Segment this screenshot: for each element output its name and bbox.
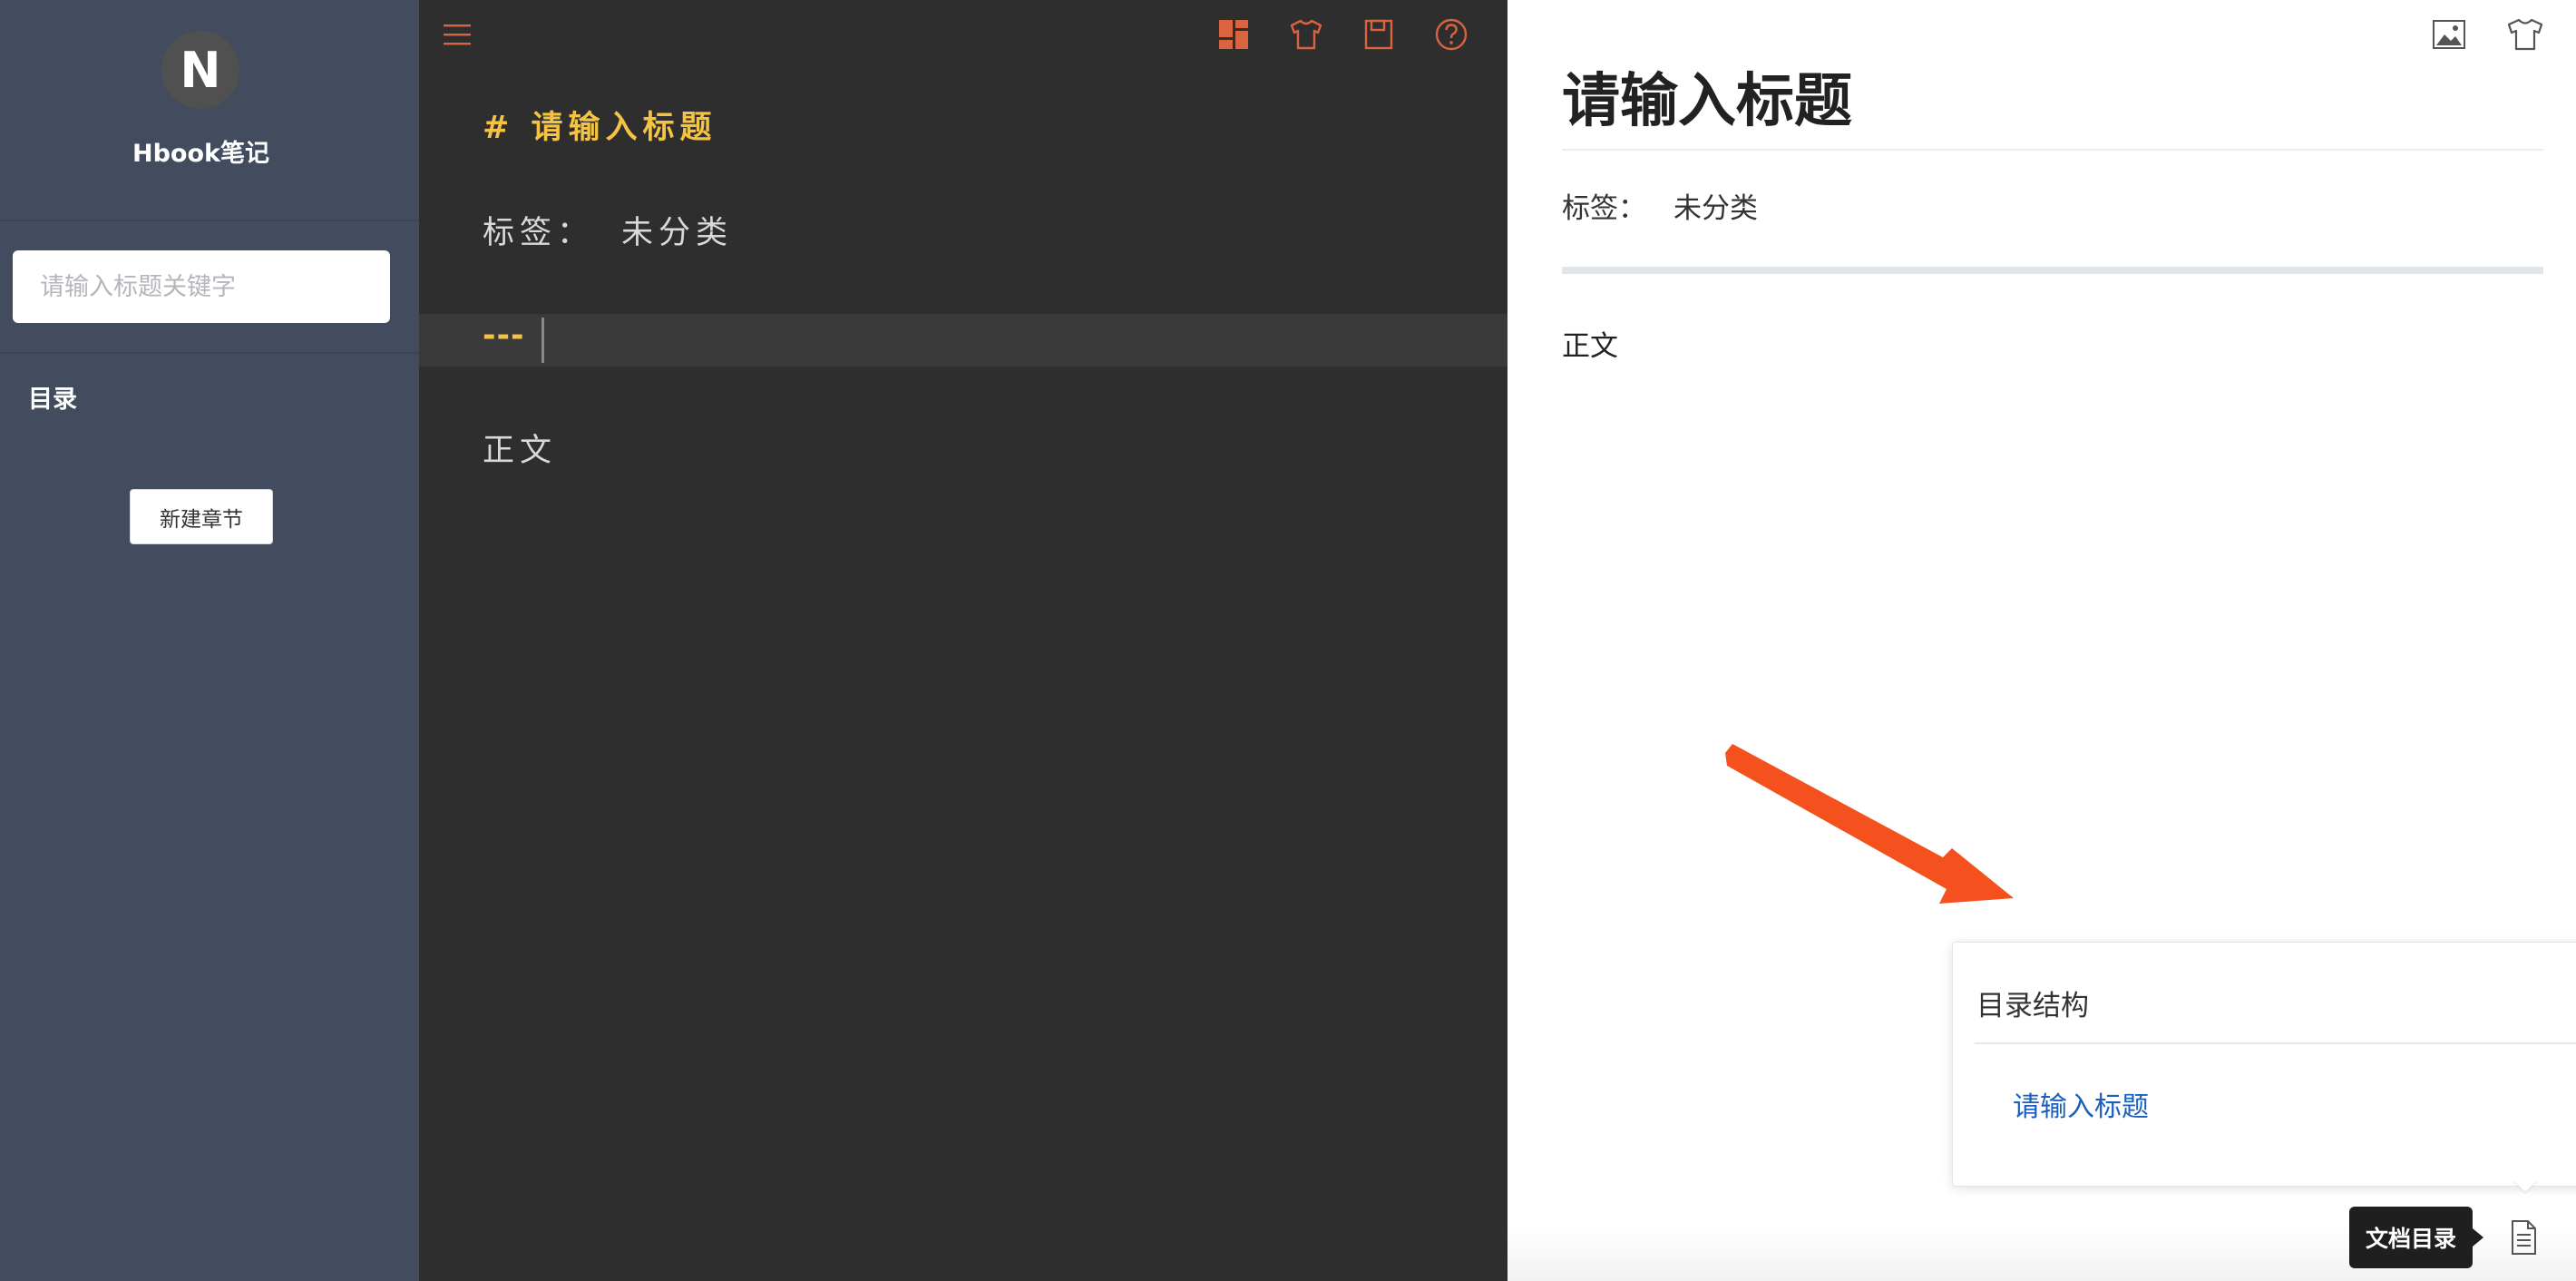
editor-body-line: 正文 (483, 433, 558, 469)
editor-hr-line: --- (483, 318, 525, 354)
editor-tags-label: 标签： (483, 215, 595, 251)
toc-item[interactable]: 请输入标题 (2013, 1084, 2149, 1124)
preview-horizontal-rule (1562, 267, 2543, 274)
save-icon[interactable] (1361, 16, 1397, 53)
toc-popover-pointer (2513, 1179, 2538, 1192)
editor-tags-line: 标签： 未分类 (483, 207, 733, 253)
image-icon[interactable] (2429, 15, 2469, 54)
app-logo: N (161, 31, 239, 109)
new-chapter-button[interactable]: 新建章节 (130, 489, 273, 544)
document-toc-icon[interactable] (2505, 1217, 2542, 1257)
preview-tags-value: 未分类 (1673, 192, 1758, 225)
doc-toc-tooltip: 文档目录 (2349, 1207, 2473, 1268)
preview-title: 请输入标题 (1562, 68, 1852, 135)
editor-tags-value: 未分类 (621, 215, 734, 251)
sidebar-divider (0, 220, 419, 221)
theme-shirt-icon[interactable] (1288, 16, 1324, 53)
title-underline (1562, 149, 2543, 151)
search-input[interactable] (13, 250, 390, 323)
toc-popover: 目录结构 请输入标题 (1952, 942, 2576, 1187)
preview-body: 正文 (1562, 330, 1618, 363)
sidebar: N Hbook笔记 目录 新建章节 (0, 0, 419, 1281)
theme-shirt-icon[interactable] (2505, 15, 2545, 54)
sidebar-divider (0, 352, 419, 354)
menu-icon[interactable] (439, 16, 475, 53)
layout-icon[interactable] (1215, 16, 1252, 53)
toc-popover-divider (1975, 1042, 2576, 1044)
help-icon[interactable] (1433, 16, 1469, 53)
annotation-arrow (1725, 744, 2014, 904)
toc-popover-title: 目录结构 (1976, 990, 2089, 1022)
text-cursor (542, 318, 544, 363)
app-title: Hbook笔记 (132, 140, 269, 168)
preview-tags: 标签： 未分类 (1562, 185, 1758, 226)
active-line-highlight (419, 314, 1508, 367)
tooltip-pointer (2473, 1228, 2483, 1247)
toc-label: 目录 (28, 386, 77, 414)
markdown-editor[interactable]: # 请输入标题 标签： 未分类 --- 正文 (419, 0, 1508, 1281)
editor-heading-line: # 请输入标题 (483, 110, 717, 146)
preview-tags-label: 标签： (1562, 192, 1646, 225)
